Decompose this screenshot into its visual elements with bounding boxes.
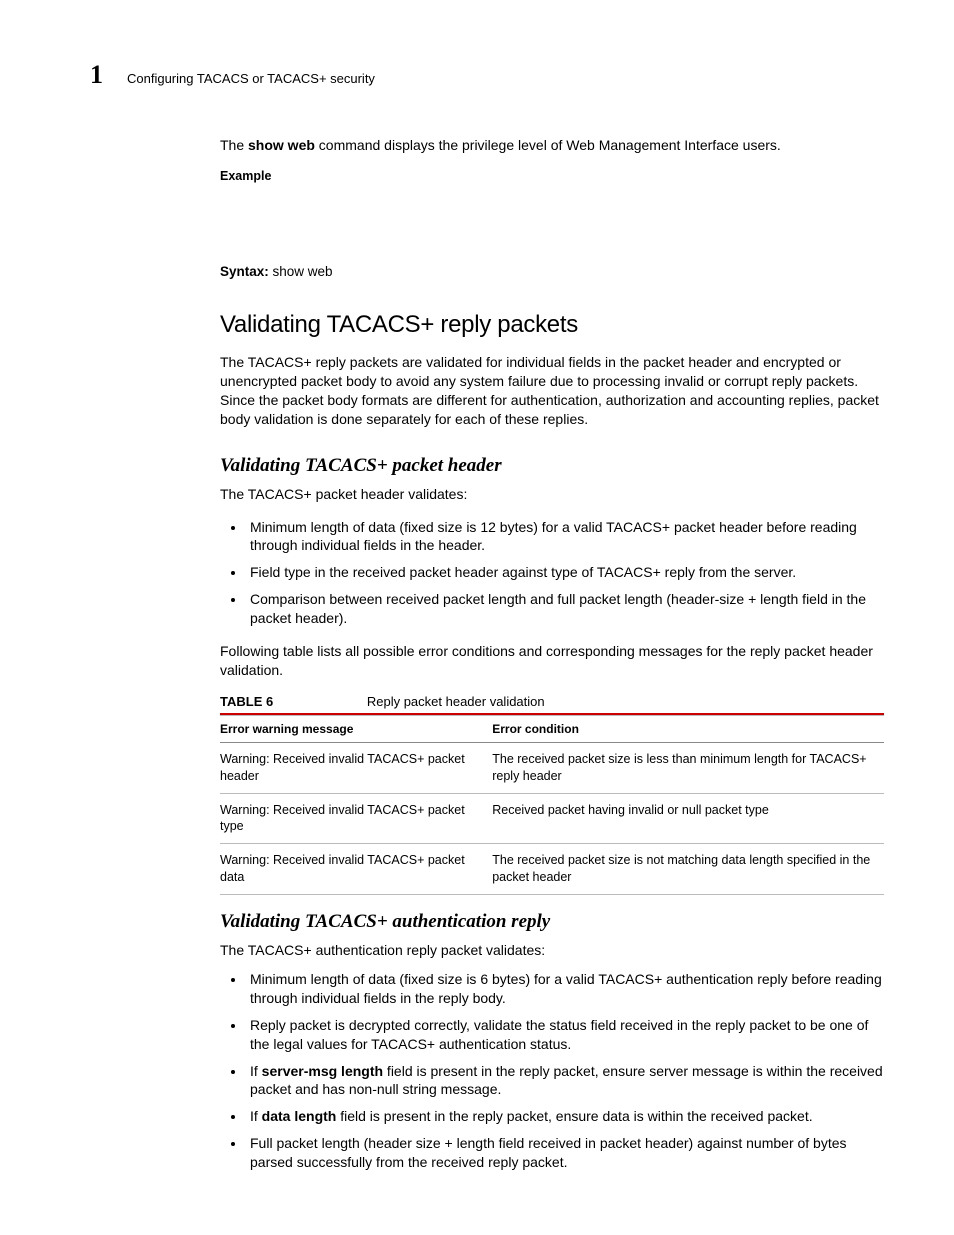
subsection-heading: Validating TACACS+ packet header — [220, 455, 884, 477]
example-label: Example — [220, 169, 884, 183]
table-row: Warning: Received invalid TACACS+ packet… — [220, 793, 884, 844]
syntax-line: Syntax: show web — [220, 263, 884, 281]
table-title: Reply packet header validation — [367, 694, 545, 709]
table-header-row: Error warning message Error condition — [220, 715, 884, 742]
text: The — [220, 137, 248, 153]
bullet-list: Minimum length of data (fixed size is 6 … — [220, 970, 884, 1172]
list-item: If data length field is present in the r… — [246, 1107, 884, 1126]
bullet-list: Minimum length of data (fixed size is 12… — [220, 518, 884, 628]
command-name: show web — [248, 137, 315, 153]
list-item: Minimum length of data (fixed size is 12… — [246, 518, 884, 556]
text: command displays the privilege level of … — [315, 137, 781, 153]
error-table: Error warning message Error condition Wa… — [220, 713, 884, 895]
table-header: Error condition — [492, 715, 884, 742]
list-item: If server-msg length field is present in… — [246, 1062, 884, 1100]
section-paragraph: The TACACS+ reply packets are validated … — [220, 353, 884, 429]
syntax-value: show web — [269, 264, 333, 279]
breadcrumb: Configuring TACACS or TACACS+ security — [127, 71, 375, 86]
table-caption: TABLE 6 Reply packet header validation — [220, 694, 884, 709]
list-item: Reply packet is decrypted correctly, val… — [246, 1016, 884, 1054]
list-item: Comparison between received packet lengt… — [246, 590, 884, 628]
subsection-intro: The TACACS+ packet header validates: — [220, 485, 884, 504]
intro-command-line: The show web command displays the privil… — [220, 136, 884, 155]
table-cell: The received packet size is not matching… — [492, 844, 884, 895]
section-heading: Validating TACACS+ reply packets — [220, 311, 884, 339]
table-cell: Warning: Received invalid TACACS+ packet… — [220, 742, 492, 793]
table-cell: Warning: Received invalid TACACS+ packet… — [220, 793, 492, 844]
table-cell: Received packet having invalid or null p… — [492, 793, 884, 844]
page-content: The show web command displays the privil… — [220, 136, 884, 1172]
list-item: Field type in the received packet header… — [246, 563, 884, 582]
subsection-heading: Validating TACACS+ authentication reply — [220, 911, 884, 933]
paragraph: Following table lists all possible error… — [220, 642, 884, 680]
chapter-number: 1 — [90, 60, 103, 90]
table-cell: The received packet size is less than mi… — [492, 742, 884, 793]
syntax-label: Syntax: — [220, 264, 269, 279]
subsection-intro: The TACACS+ authentication reply packet … — [220, 941, 884, 960]
page-header: 1 Configuring TACACS or TACACS+ security — [90, 60, 884, 90]
table-row: Warning: Received invalid TACACS+ packet… — [220, 742, 884, 793]
table-label: TABLE 6 — [220, 694, 273, 709]
table-header: Error warning message — [220, 715, 492, 742]
list-item: Minimum length of data (fixed size is 6 … — [246, 970, 884, 1008]
table-row: Warning: Received invalid TACACS+ packet… — [220, 844, 884, 895]
table-cell: Warning: Received invalid TACACS+ packet… — [220, 844, 492, 895]
document-page: 1 Configuring TACACS or TACACS+ security… — [0, 0, 954, 1226]
list-item: Full packet length (header size + length… — [246, 1134, 884, 1172]
